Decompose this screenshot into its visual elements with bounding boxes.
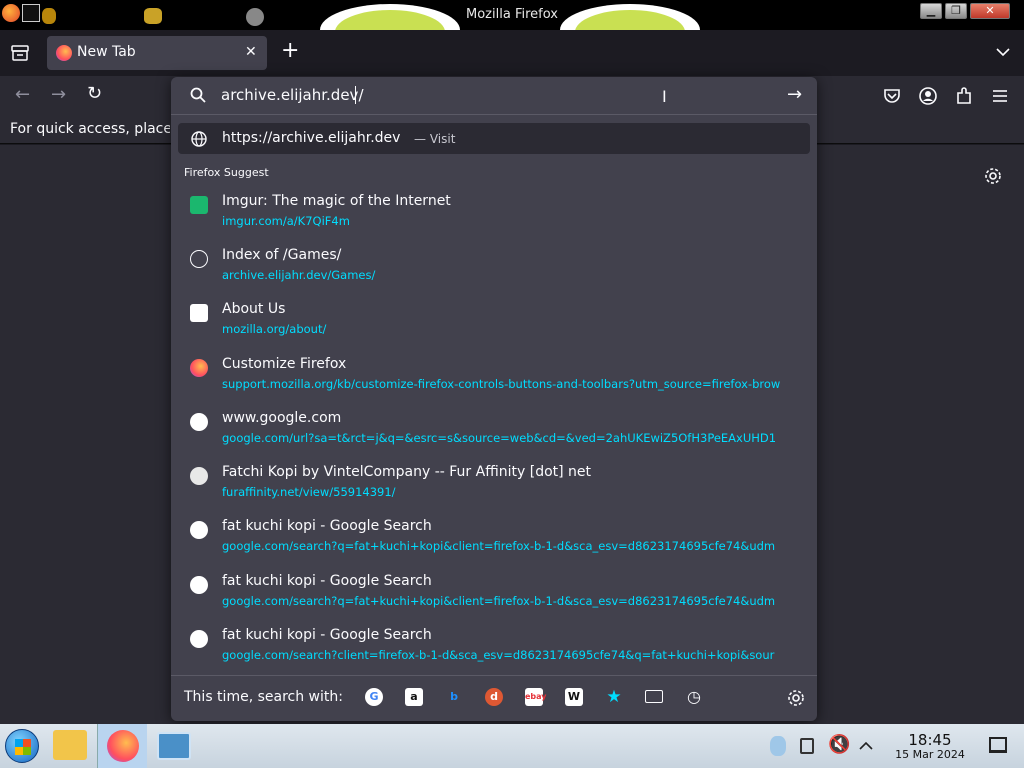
result-row[interactable]: www.google.com google.com/url?sa=t&rct=j&… bbox=[171, 407, 817, 457]
ebay-engine-icon[interactable]: ebay bbox=[525, 688, 547, 706]
imgur-icon bbox=[190, 196, 208, 214]
result-url: mozilla.org/about/ bbox=[222, 322, 327, 336]
taskbar-firefox-button[interactable] bbox=[97, 724, 147, 768]
windows-logo-icon bbox=[15, 739, 31, 755]
result-title: About Us bbox=[222, 301, 286, 317]
result-row[interactable]: Imgur: The magic of the Internet imgur.co… bbox=[171, 190, 817, 240]
medium-icon bbox=[190, 304, 208, 322]
bookmarks-empty-text: For quick access, place y bbox=[10, 121, 170, 137]
result-title: Index of /Games/ bbox=[222, 247, 342, 263]
clipboard-icon[interactable] bbox=[800, 738, 814, 754]
firefox-icon bbox=[56, 45, 72, 61]
result-url: google.com/search?client=firefox-b-1-d&s… bbox=[222, 648, 775, 662]
search-shortcuts-footer: This time, search with: G a b d ebay W ★… bbox=[171, 675, 817, 721]
tray-app-icon[interactable] bbox=[770, 736, 786, 756]
back-icon[interactable]: ← bbox=[15, 86, 30, 104]
result-row[interactable]: About Us mozilla.org/about/ bbox=[171, 298, 817, 348]
result-url: support.mozilla.org/kb/customize-firefox… bbox=[222, 377, 781, 391]
show-desktop-icon[interactable] bbox=[989, 737, 1007, 753]
result-title: Imgur: The magic of the Internet bbox=[222, 193, 451, 209]
account-icon[interactable] bbox=[919, 87, 937, 105]
tab-bar: New Tab ✕ + bbox=[0, 30, 1024, 76]
start-button[interactable] bbox=[5, 729, 39, 763]
google-icon bbox=[190, 630, 208, 648]
urlbar-popup: archive.elijahr.dev/ I → https://archive… bbox=[171, 77, 817, 721]
firefox-icon bbox=[107, 730, 139, 762]
history-clock-icon[interactable]: ◷ bbox=[685, 688, 703, 706]
taskbar: 🔇 18:45 15 Mar 2024 bbox=[0, 724, 1024, 768]
reload-icon[interactable]: ↻ bbox=[87, 85, 102, 103]
tab-title: New Tab bbox=[77, 44, 136, 60]
tab-manager-icon[interactable] bbox=[11, 45, 29, 61]
text-caret bbox=[355, 86, 356, 104]
result-row[interactable]: Fatchi Kopi by VintelCompany -- Fur Affi… bbox=[171, 461, 817, 511]
firefox-suggest-header: Firefox Suggest bbox=[184, 166, 269, 179]
result-url: google.com/url?sa=t&rct=j&q=&esrc=s&sour… bbox=[222, 431, 777, 445]
file-explorer-icon[interactable] bbox=[53, 730, 87, 760]
extensions-icon[interactable] bbox=[955, 87, 973, 105]
result-row[interactable]: Customize Firefox support.mozilla.org/kb/… bbox=[171, 353, 817, 403]
maximize-button[interactable]: ❐ bbox=[945, 3, 967, 19]
settings-gear-icon[interactable] bbox=[984, 167, 1002, 185]
google-icon bbox=[190, 576, 208, 594]
furaffinity-icon bbox=[190, 467, 208, 485]
result-title: Fatchi Kopi by VintelCompany -- Fur Affi… bbox=[222, 464, 592, 480]
clock-date[interactable]: 15 Mar 2024 bbox=[885, 748, 975, 761]
globe-icon bbox=[190, 250, 208, 268]
new-tab-button[interactable]: + bbox=[281, 40, 299, 62]
result-row[interactable]: Index of /Games/archive.elijahr.dev/Game… bbox=[171, 244, 817, 294]
minimize-button[interactable]: ▁ bbox=[920, 3, 942, 19]
app-menu-icon[interactable] bbox=[992, 89, 1008, 103]
search-icon bbox=[190, 87, 206, 103]
forward-icon[interactable]: → bbox=[51, 86, 66, 104]
globe-icon bbox=[191, 131, 207, 147]
result-title: www.google.com bbox=[222, 410, 342, 426]
urlbar[interactable]: archive.elijahr.dev/ I → bbox=[171, 77, 817, 115]
visit-url: https://archive.elijahr.dev bbox=[222, 130, 401, 146]
result-url: archive.elijahr.dev/Games/ bbox=[222, 268, 376, 282]
result-url: furaffinity.net/view/55914391/ bbox=[222, 485, 396, 499]
result-row[interactable]: fat kuchi kopi - Google Search google.com… bbox=[171, 515, 817, 565]
amazon-engine-icon[interactable]: a bbox=[405, 688, 423, 706]
window-title: Mozilla Firefox bbox=[466, 7, 558, 22]
result-title: fat kuchi kopi - Google Search bbox=[222, 573, 432, 589]
tabs-icon[interactable] bbox=[645, 690, 663, 703]
result-url: google.com/search?q=fat+kuchi+kopi&clien… bbox=[222, 539, 776, 553]
visit-suggestion[interactable]: https://archive.elijahr.dev — Visit bbox=[178, 123, 810, 154]
clock-time[interactable]: 18:45 bbox=[895, 731, 965, 749]
duckduckgo-engine-icon[interactable]: d bbox=[485, 688, 503, 706]
window-title-bar: Mozilla Firefox ▁ ❐ ✕ bbox=[0, 0, 1024, 30]
visit-action: — Visit bbox=[414, 132, 455, 146]
google-engine-icon[interactable]: G bbox=[365, 688, 383, 706]
close-tab-icon[interactable]: ✕ bbox=[245, 44, 257, 60]
screen: Mozilla Firefox ▁ ❐ ✕ New Tab ✕ + ← → ↻ bbox=[0, 0, 1024, 768]
firefox-icon bbox=[190, 359, 208, 377]
search-settings-gear-icon[interactable] bbox=[787, 689, 805, 707]
google-icon bbox=[190, 413, 208, 431]
go-arrow-icon[interactable]: → bbox=[787, 84, 802, 105]
text-cursor-icon: I bbox=[662, 87, 667, 106]
close-window-button[interactable]: ✕ bbox=[970, 3, 1010, 19]
control-panel-icon[interactable] bbox=[157, 732, 191, 760]
result-title: fat kuchi kopi - Google Search bbox=[222, 518, 432, 534]
visit-label: Visit bbox=[429, 132, 456, 146]
list-all-tabs-icon[interactable] bbox=[996, 47, 1010, 57]
result-title: Customize Firefox bbox=[222, 356, 347, 372]
result-row[interactable]: fat kuchi kopi - Google Search google.com… bbox=[171, 570, 817, 620]
visit-separator: — bbox=[414, 132, 426, 146]
result-url: google.com/search?q=fat+kuchi+kopi&clien… bbox=[222, 594, 776, 608]
result-url: imgur.com/a/K7QiF4m bbox=[222, 214, 350, 228]
result-row[interactable]: fat kuchi kopi - Google Search google.com… bbox=[171, 624, 817, 674]
result-title: fat kuchi kopi - Google Search bbox=[222, 627, 432, 643]
show-hidden-icons-icon[interactable] bbox=[859, 741, 873, 750]
wikipedia-engine-icon[interactable]: W bbox=[565, 688, 583, 706]
bookmarks-star-icon[interactable]: ★ bbox=[605, 688, 623, 706]
volume-muted-icon[interactable]: 🔇 bbox=[828, 734, 850, 755]
tab-new-tab[interactable]: New Tab ✕ bbox=[47, 36, 267, 70]
bing-engine-icon[interactable]: b bbox=[445, 688, 463, 706]
google-icon bbox=[190, 521, 208, 539]
urlbar-input[interactable]: archive.elijahr.dev/ bbox=[221, 86, 364, 104]
pocket-icon[interactable] bbox=[883, 88, 901, 104]
search-with-label: This time, search with: bbox=[184, 689, 343, 705]
